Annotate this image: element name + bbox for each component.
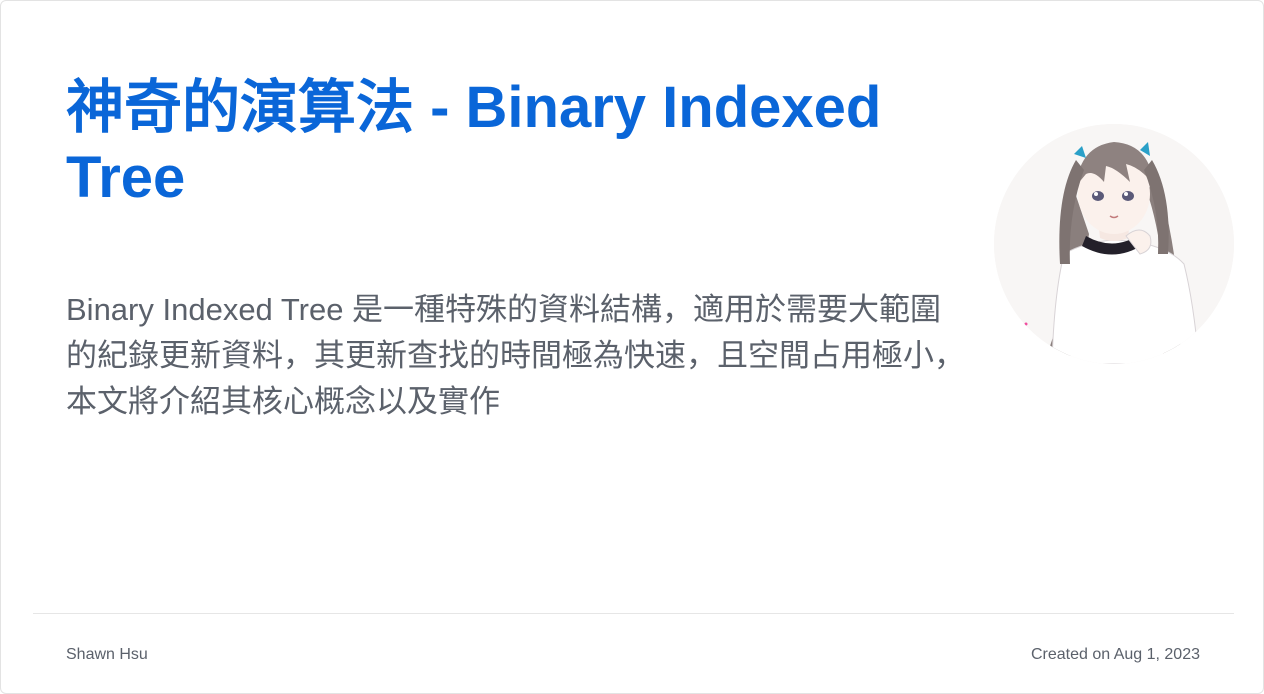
post-title[interactable]: 神奇的演算法 - Binary Indexed Tree: [66, 73, 946, 213]
author-avatar: [994, 124, 1234, 364]
avatar-illustration: [994, 124, 1234, 364]
footer-divider: [33, 613, 1234, 614]
created-date: Created on Aug 1, 2023: [1030, 646, 1200, 663]
post-card[interactable]: 神奇的演算法 - Binary Indexed Tree Binary Inde…: [0, 0, 1264, 694]
author-name: Shawn Hsu: [66, 646, 148, 663]
post-description: Binary Indexed Tree 是一種特殊的資料結構，適用於需要大範圍的…: [66, 292, 965, 419]
